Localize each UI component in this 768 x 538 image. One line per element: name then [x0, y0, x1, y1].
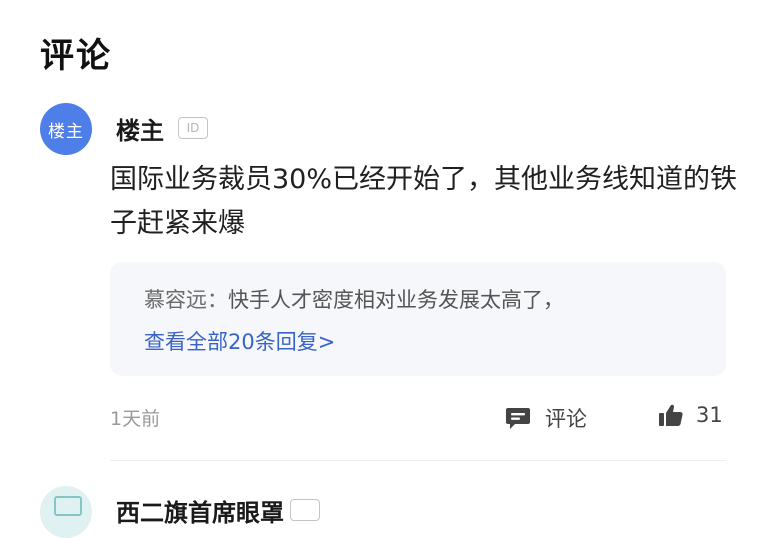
- avatar[interactable]: [40, 486, 92, 538]
- reply-preview-box[interactable]: 慕容远：快手人才密度相对业务发展太高了， 查看全部20条回复>: [110, 262, 726, 376]
- id-badge: [290, 499, 320, 521]
- view-all-replies-link[interactable]: 查看全部20条回复>: [144, 326, 335, 356]
- comment-author-name[interactable]: 西二旗首席眼罩: [116, 493, 284, 528]
- reply-author-name[interactable]: 慕容远：: [144, 288, 228, 312]
- like-count: 31: [696, 403, 723, 427]
- comment-author-name[interactable]: 楼主: [116, 111, 164, 146]
- id-badge: ID: [178, 117, 208, 139]
- comment-text: 国际业务裁员30%已经开始了，其他业务线知道的铁子赶紧来爆: [110, 164, 738, 239]
- comment-icon: [505, 406, 531, 430]
- reply-button-label: 评论: [545, 407, 587, 431]
- reply-button[interactable]: 评论: [505, 403, 587, 433]
- avatar-label: 楼主: [48, 121, 84, 142]
- reply-text: 快手人才密度相对业务发展太高了，: [228, 288, 564, 312]
- thumbs-up-icon: [658, 403, 684, 427]
- like-button[interactable]: 31: [658, 403, 723, 427]
- comment-timestamp: 1天前: [110, 408, 161, 430]
- reply-preview: 慕容远：快手人才密度相对业务发展太高了，: [144, 284, 564, 314]
- avatar-image: [54, 496, 82, 516]
- comments-section-title: 评论: [40, 36, 112, 76]
- avatar[interactable]: 楼主: [40, 103, 92, 155]
- comment-divider: [110, 460, 726, 461]
